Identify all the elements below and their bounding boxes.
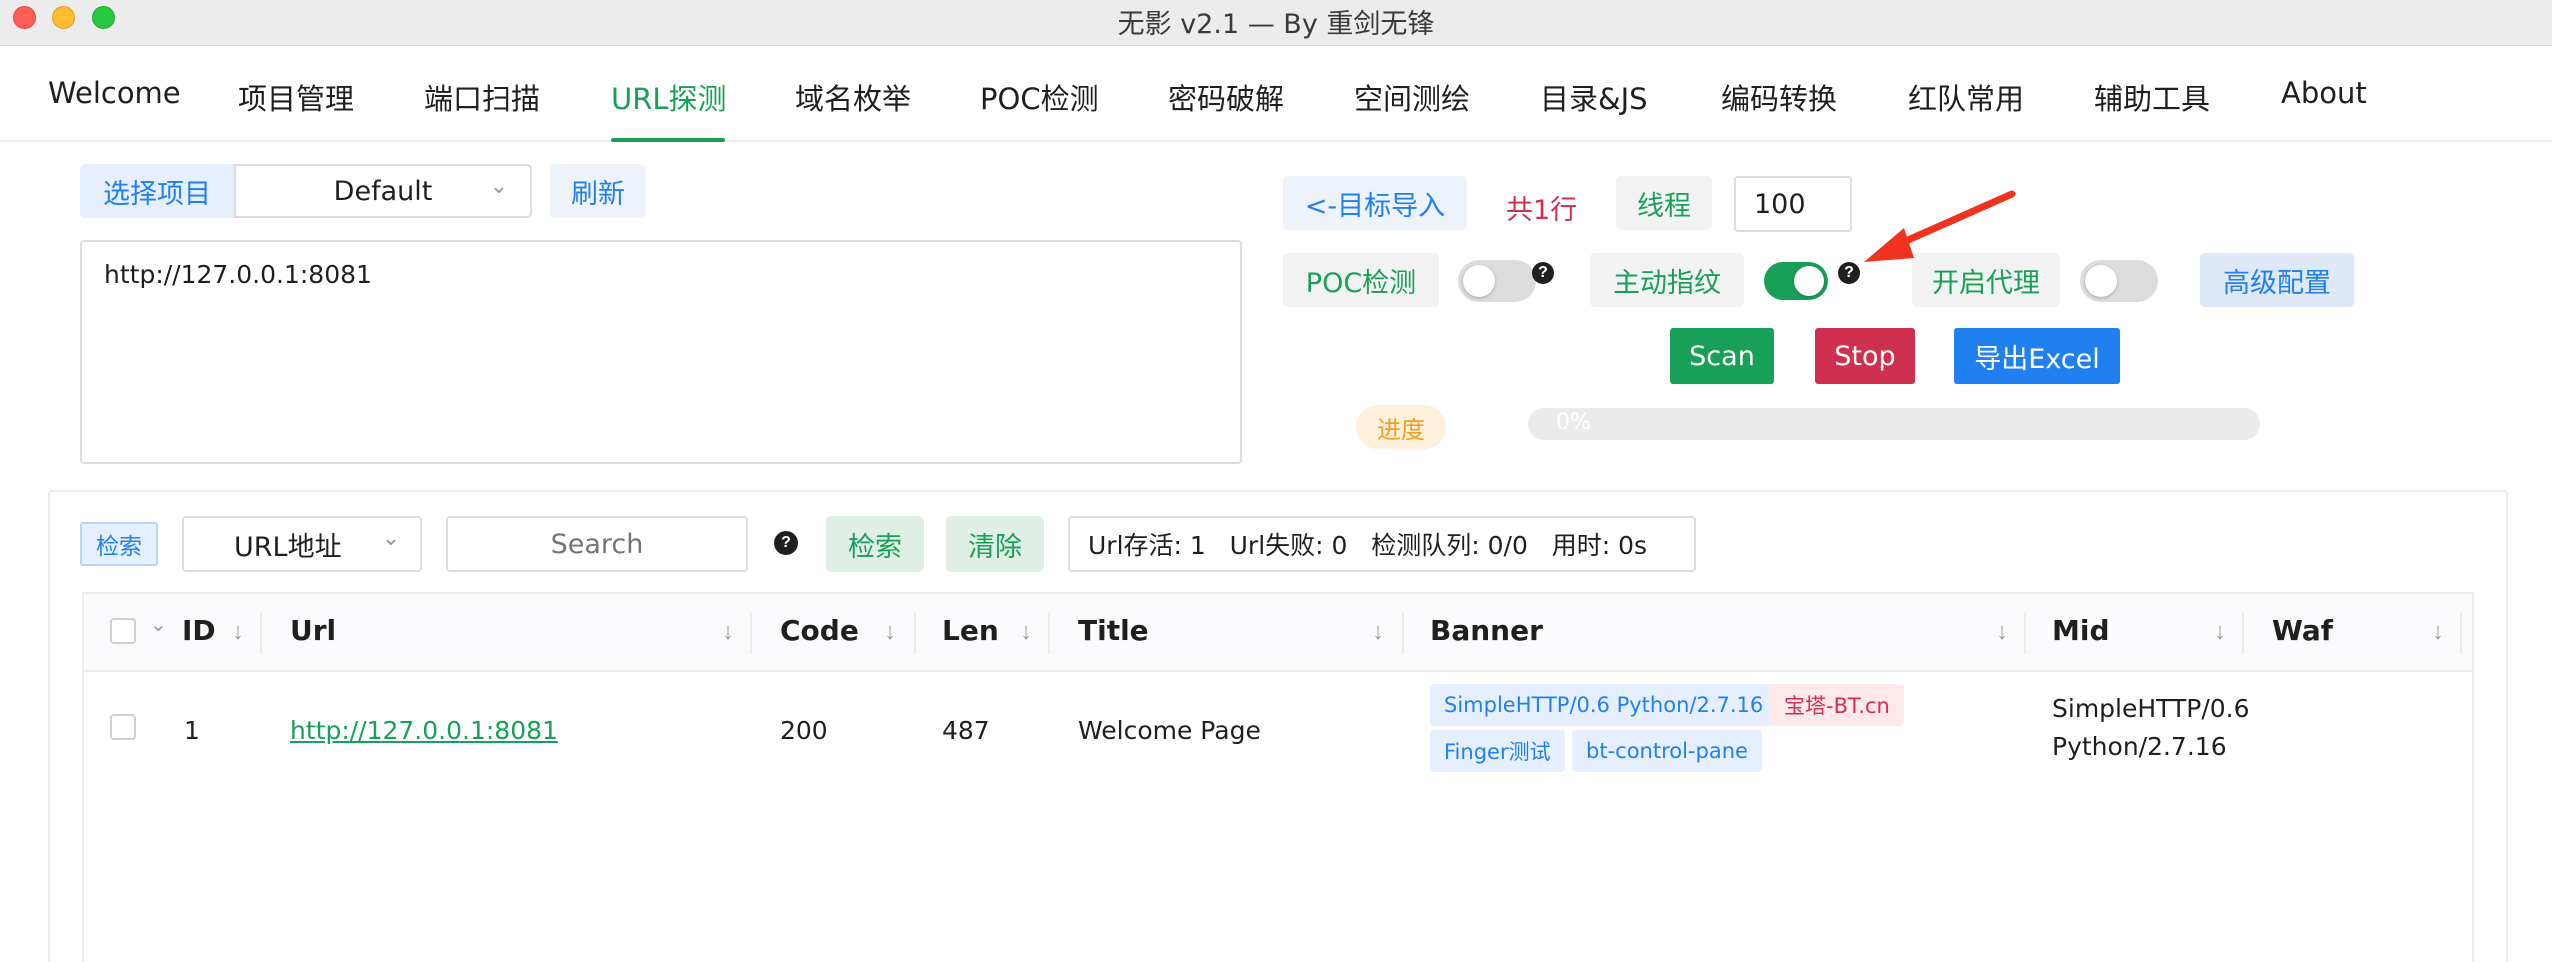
sort-icon[interactable]: ↓ <box>884 618 896 646</box>
column-divider[interactable] <box>2460 612 2462 654</box>
toggle-knob <box>1463 265 1495 297</box>
tab-red-team[interactable]: 红队常用 <box>1908 76 2024 118</box>
active-tab-indicator <box>611 138 725 142</box>
table-row[interactable]: 1 http://127.0.0.1:8081 200 487 Welcome … <box>84 674 2472 824</box>
sort-icon[interactable]: ↓ <box>1996 618 2008 646</box>
column-header-banner[interactable]: Banner <box>1430 614 1543 647</box>
column-divider[interactable] <box>1048 612 1050 654</box>
project-selected-value: Default <box>333 175 433 207</box>
progress-text: 0% <box>1556 410 1591 435</box>
column-header-id[interactable]: ID <box>182 614 216 647</box>
targets-textarea[interactable]: http://127.0.0.1:8081 <box>80 240 1242 464</box>
cell-mid-line1: SimpleHTTP/0.6 <box>2052 694 2250 723</box>
advanced-config-button[interactable]: 高级配置 <box>2200 253 2354 307</box>
proxy-toggle[interactable] <box>2080 260 2158 302</box>
refresh-button[interactable]: 刷新 <box>550 164 646 218</box>
main-tabs: Welcome 项目管理 端口扫描 URL探测 域名枚举 POC检测 密码破解 … <box>0 46 2552 142</box>
column-header-len[interactable]: Len <box>942 614 999 647</box>
select-project-label: 选择项目 <box>80 164 234 218</box>
sort-icon[interactable]: ↓ <box>722 618 734 646</box>
tab-poc-check[interactable]: POC检测 <box>980 76 1099 118</box>
tab-welcome[interactable]: Welcome <box>48 76 181 110</box>
title-bar: 无影 v2.1 — By 重剑无锋 <box>0 0 2552 46</box>
sort-icon[interactable]: ↓ <box>232 618 244 646</box>
filter-field-value: URL地址 <box>234 531 342 563</box>
threads-label: 线程 <box>1616 176 1712 230</box>
line-count-text: 共1行 <box>1506 195 1578 226</box>
column-header-title[interactable]: Title <box>1078 614 1149 647</box>
filter-field-select[interactable]: URL地址 ⌄ <box>182 516 422 572</box>
chevron-down-icon[interactable]: ⌄ <box>150 612 167 637</box>
tab-about[interactable]: About <box>2281 76 2367 110</box>
clear-button[interactable]: 清除 <box>946 516 1044 572</box>
help-icon[interactable]: ? <box>1838 262 1860 284</box>
toggle-knob <box>2085 265 2117 297</box>
project-select[interactable]: Default ⌄ <box>234 164 532 218</box>
cell-code: 200 <box>780 716 828 745</box>
tab-space-mapping[interactable]: 空间测绘 <box>1354 76 1470 118</box>
cell-len: 487 <box>942 716 990 745</box>
stats-text: Url存活: 1 Url失败: 0 检测队列: 0/0 用时: 0s <box>1088 531 1648 560</box>
cell-mid-line2: Python/2.7.16 <box>2052 732 2227 761</box>
stop-button[interactable]: Stop <box>1815 328 1915 384</box>
tab-password-crack[interactable]: 密码破解 <box>1168 76 1284 118</box>
table-header: ⌄ ID ↓ Url ↓ Code ↓ Len ↓ Title ↓ Banner… <box>84 594 2472 672</box>
import-targets-button[interactable]: <-目标导入 <box>1283 176 1467 230</box>
filter-tag: 检索 <box>80 522 158 566</box>
sort-icon[interactable]: ↓ <box>2214 618 2226 646</box>
progress-bar: 0% <box>1528 408 2260 440</box>
tab-aux-tools[interactable]: 辅助工具 <box>2094 76 2210 118</box>
tab-domain-enum[interactable]: 域名枚举 <box>795 76 911 118</box>
help-icon[interactable]: ? <box>1532 262 1554 284</box>
column-header-url[interactable]: Url <box>290 614 336 647</box>
annotation-arrow-icon <box>1864 190 2016 262</box>
column-divider[interactable] <box>914 612 916 654</box>
poc-check-label: POC检测 <box>1283 253 1439 307</box>
tab-dir-js[interactable]: 目录&JS <box>1540 76 1648 118</box>
scan-button[interactable]: Scan <box>1670 328 1774 384</box>
tab-project-management[interactable]: 项目管理 <box>238 76 354 118</box>
column-header-waf[interactable]: Waf <box>2272 614 2333 647</box>
poc-check-toggle[interactable] <box>1458 260 1536 302</box>
column-divider[interactable] <box>750 612 752 654</box>
results-table: ⌄ ID ↓ Url ↓ Code ↓ Len ↓ Title ↓ Banner… <box>82 592 2474 962</box>
cell-id: 1 <box>184 716 200 745</box>
select-all-checkbox[interactable] <box>110 618 136 644</box>
stats-box: Url存活: 1 Url失败: 0 检测队列: 0/0 用时: 0s <box>1068 516 1696 572</box>
banner-tag: bt-control-pane <box>1572 730 1762 772</box>
search-button[interactable]: 检索 <box>826 516 924 572</box>
row-checkbox[interactable] <box>110 714 136 740</box>
column-divider[interactable] <box>260 612 262 654</box>
window-title: 无影 v2.1 — By 重剑无锋 <box>1117 9 1435 40</box>
toggle-knob <box>1794 266 1824 296</box>
chevron-down-icon: ⌄ <box>489 174 508 199</box>
cell-title: Welcome Page <box>1078 716 1261 745</box>
chevron-down-icon: ⌄ <box>381 526 400 551</box>
tab-port-scan[interactable]: 端口扫描 <box>424 76 540 118</box>
column-divider[interactable] <box>2242 612 2244 654</box>
active-fingerprint-label: 主动指纹 <box>1590 253 1744 307</box>
tab-encoding[interactable]: 编码转换 <box>1721 76 1837 118</box>
threads-value: 100 <box>1754 188 1806 220</box>
banner-tag: Finger测试 <box>1430 730 1565 772</box>
banner-tag: SimpleHTTP/0.6 Python/2.7.16 <box>1430 684 1778 726</box>
tab-url-probe[interactable]: URL探测 <box>611 76 727 118</box>
export-excel-button[interactable]: 导出Excel <box>1954 328 2120 384</box>
banner-tag: 宝塔-BT.cn <box>1770 684 1904 726</box>
column-header-mid[interactable]: Mid <box>2052 614 2110 647</box>
threads-input[interactable]: 100 <box>1734 176 1852 232</box>
sort-icon[interactable]: ↓ <box>1372 618 1384 646</box>
column-divider[interactable] <box>2024 612 2026 654</box>
column-header-code[interactable]: Code <box>780 614 859 647</box>
sort-icon[interactable]: ↓ <box>1020 618 1032 646</box>
cell-url-link[interactable]: http://127.0.0.1:8081 <box>290 716 558 745</box>
help-icon[interactable]: ? <box>774 531 798 555</box>
targets-text: http://127.0.0.1:8081 <box>104 260 372 289</box>
active-fingerprint-toggle[interactable] <box>1764 262 1828 300</box>
progress-label: 进度 <box>1356 405 1446 449</box>
sort-icon[interactable]: ↓ <box>2432 618 2444 646</box>
search-input[interactable] <box>446 516 748 572</box>
column-divider[interactable] <box>1402 612 1404 654</box>
